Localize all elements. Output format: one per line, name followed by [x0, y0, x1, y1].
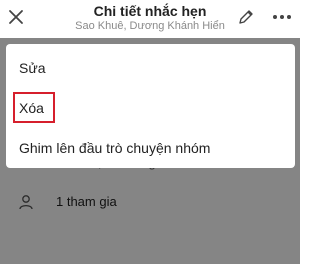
action-menu: Sửa Xóa Ghim lên đầu trò chuyện nhóm — [6, 44, 295, 168]
header-bar: Chi tiết nhắc hẹn Sao Khuê, Dương Khánh … — [0, 0, 300, 38]
more-button[interactable] — [270, 6, 294, 28]
delete-highlight-box — [13, 92, 55, 123]
menu-item-label: Ghim lên đầu trò chuyện nhóm — [19, 140, 211, 156]
menu-item-label: Sửa — [19, 60, 46, 76]
more-icon — [273, 15, 291, 19]
edit-icon — [239, 10, 253, 24]
edit-button[interactable] — [236, 7, 256, 27]
menu-item-pin[interactable]: Ghim lên đầu trò chuyện nhóm — [6, 129, 295, 167]
menu-item-edit[interactable]: Sửa — [6, 49, 295, 87]
reminder-detail-screen: Chi tiết nhắc hẹn Sao Khuê, Dương Khánh … — [0, 0, 300, 264]
